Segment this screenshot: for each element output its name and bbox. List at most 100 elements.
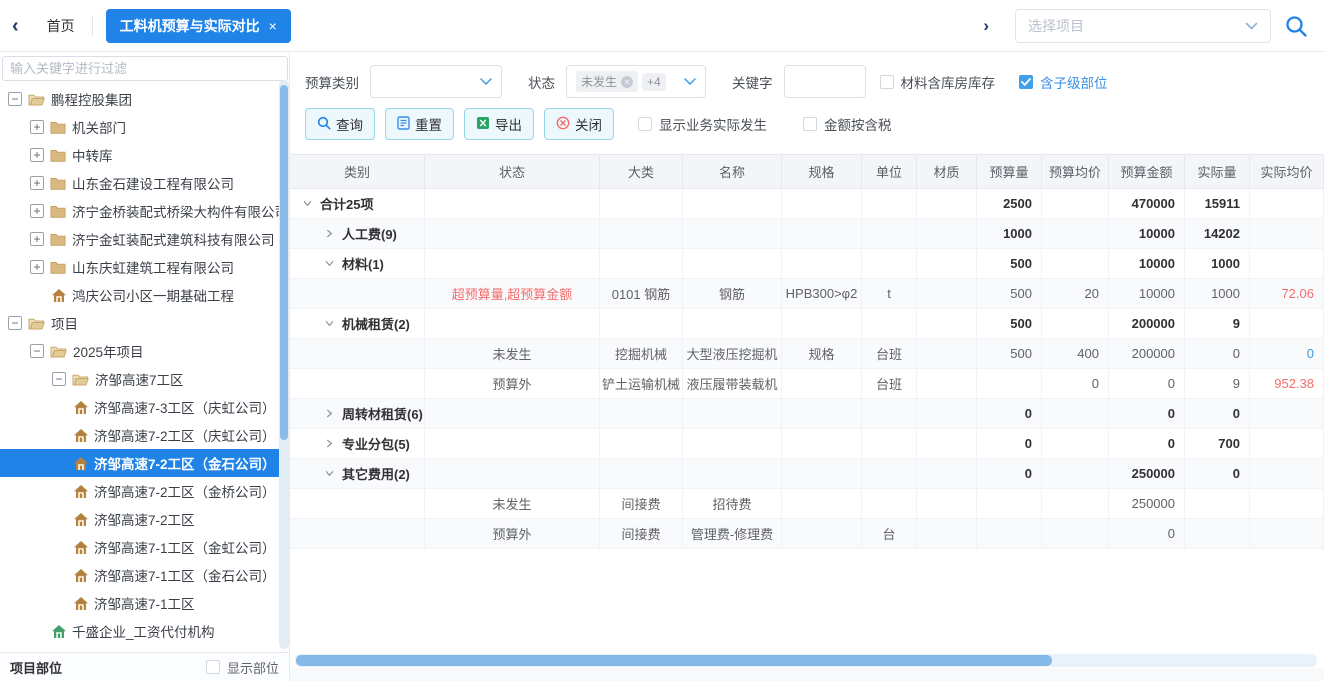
tab-home[interactable]: 首页 <box>47 16 75 36</box>
table-row[interactable]: 预算外间接费管理费-修理费台0 <box>290 519 1324 549</box>
cell-spec <box>782 519 862 548</box>
tab-close-icon[interactable]: × <box>269 19 277 33</box>
export-button[interactable]: 导出 <box>464 108 534 140</box>
document-icon <box>397 116 410 133</box>
horizontal-scrollbar-thumb[interactable] <box>296 655 1052 666</box>
horizontal-scrollbar[interactable] <box>295 654 1317 667</box>
expand-arrow-icon[interactable]: › <box>983 16 989 36</box>
tab-budget-vs-actual[interactable]: 工料机预算与实际对比 × <box>106 9 291 43</box>
table-group-row[interactable]: 其它费用(2)02500000 <box>290 459 1324 489</box>
cell-budget-amount: 0 <box>1109 369 1185 398</box>
tree-item[interactable]: 济邹高速7-2工区 <box>0 505 279 533</box>
expand-icon[interactable] <box>324 438 335 449</box>
table-group-row[interactable]: 周转材租赁(6)000 <box>290 399 1324 429</box>
keyword-input[interactable] <box>784 65 866 98</box>
tree-toggle-icon[interactable]: − <box>8 316 22 330</box>
budget-type-select[interactable] <box>370 65 502 98</box>
tree-item[interactable]: 济邹高速7-2工区（庆虹公司） <box>0 421 279 449</box>
checkbox-icon[interactable] <box>638 117 652 131</box>
tree-item[interactable]: 济邹高速7-2工区（金石公司） <box>0 449 279 477</box>
tree-item[interactable]: +济宁金桥装配式桥梁大构件有限公司 <box>0 197 279 225</box>
table-group-row[interactable]: 机械租赁(2)5002000009 <box>290 309 1324 339</box>
tree-item[interactable]: −项目 <box>0 309 279 337</box>
collapse-icon[interactable] <box>302 198 313 209</box>
cell-category: 机械租赁(2) <box>290 309 425 338</box>
tree-toggle-icon[interactable]: + <box>30 232 44 246</box>
table-row[interactable]: 未发生间接费招待费250000 <box>290 489 1324 519</box>
back-arrow-icon[interactable]: ‹ <box>12 16 19 36</box>
tree-item[interactable]: +中转库 <box>0 141 279 169</box>
tag-remove-icon[interactable]: × <box>621 76 633 88</box>
table-row[interactable]: 超预算量,超预算金额0101 钢筋钢筋HPB300>φ2t50020100001… <box>290 279 1324 309</box>
cell-actual-qty <box>1185 489 1250 518</box>
cell-name: 钢筋 <box>683 279 782 308</box>
tree-item-label: 机关部门 <box>72 117 126 137</box>
chevron-down-icon <box>1245 18 1258 34</box>
cell-budget-amount: 10000 <box>1109 279 1185 308</box>
tree-toggle-icon[interactable]: − <box>52 372 66 386</box>
table-group-row[interactable]: 人工费(9)10001000014202 <box>290 219 1324 249</box>
tax-checkbox[interactable]: 金额按含税 <box>803 114 892 134</box>
checkbox-icon[interactable] <box>803 117 817 131</box>
tree-item[interactable]: 济邹高速7-2工区（金桥公司） <box>0 477 279 505</box>
org-tree-sidebar: −鹏程控股集团+机关部门+中转库+山东金石建设工程有限公司+济宁金桥装配式桥梁大… <box>0 52 290 681</box>
tree-item-label: 鹏程控股集团 <box>51 89 132 109</box>
tree-filter-input[interactable] <box>2 56 288 81</box>
group-label: 材料(1) <box>342 254 384 273</box>
include-sub-checkbox[interactable]: 含子级部位 <box>1019 72 1108 92</box>
tree-item[interactable]: 济邹高速7-3工区（庆虹公司） <box>0 393 279 421</box>
tree-scrollbar[interactable] <box>279 80 289 649</box>
house-icon <box>74 513 88 526</box>
tree-item[interactable]: + 山东金石建设工程有限公司 <box>0 169 279 197</box>
tree-toggle-icon[interactable]: − <box>8 92 22 106</box>
tree-toggle-icon[interactable]: + <box>30 176 44 190</box>
expand-icon[interactable] <box>324 408 335 419</box>
cell-budget-price <box>1042 519 1109 548</box>
tree-item[interactable]: 济邹高速7-1工区 <box>0 589 279 617</box>
material-stock-checkbox[interactable]: 材料含库房库存 <box>880 72 996 92</box>
collapse-icon[interactable] <box>324 468 335 479</box>
tree-toggle-icon[interactable]: + <box>30 204 44 218</box>
folder-icon <box>50 205 66 218</box>
expand-icon[interactable] <box>324 228 335 239</box>
tree-item[interactable]: 济邹高速7-1工区（金虹公司） <box>0 533 279 561</box>
tree-toggle-icon[interactable]: + <box>30 148 44 162</box>
checkbox-icon[interactable] <box>206 660 220 674</box>
table-group-row[interactable]: 合计25项250047000015911 <box>290 189 1324 219</box>
table-group-row[interactable]: 专业分包(5)00700 <box>290 429 1324 459</box>
tree-item[interactable]: 千盛企业_工资代付机构 <box>0 617 279 645</box>
cell-name <box>683 249 782 278</box>
tree-toggle-icon[interactable]: + <box>30 120 44 134</box>
tree-item[interactable]: 济邹高速7-1工区（金石公司） <box>0 561 279 589</box>
show-parts-checkbox[interactable]: 显示部位 <box>206 658 279 677</box>
tree-toggle-icon[interactable]: + <box>30 260 44 274</box>
table-group-row[interactable]: 材料(1)500100001000 <box>290 249 1324 279</box>
query-button[interactable]: 查询 <box>305 108 375 140</box>
show-actual-checkbox[interactable]: 显示业务实际发生 <box>638 114 767 134</box>
tree-scrollbar-thumb[interactable] <box>280 85 288 440</box>
close-button[interactable]: 关闭 <box>544 108 614 140</box>
tree-item[interactable]: −济邹高速7工区 <box>0 365 279 393</box>
tree-item[interactable]: − 鹏程控股集团 <box>0 85 279 113</box>
tree-item[interactable]: −2025年项目 <box>0 337 279 365</box>
tree-toggle-icon[interactable]: − <box>30 344 44 358</box>
project-select-placeholder: 选择项目 <box>1028 16 1245 36</box>
collapse-icon[interactable] <box>324 258 335 269</box>
tree-item[interactable]: + 机关部门 <box>0 113 279 141</box>
tree-item[interactable]: +济宁金虹装配式建筑科技有限公司 <box>0 225 279 253</box>
checkbox-icon[interactable] <box>880 75 894 89</box>
tree-item[interactable]: 鸿庆公司小区一期基础工程 <box>0 281 279 309</box>
cell-actual-qty: 14202 <box>1185 219 1250 248</box>
project-select[interactable]: 选择项目 <box>1015 9 1271 43</box>
cell-status <box>425 249 600 278</box>
checkbox-checked-icon[interactable] <box>1019 75 1033 89</box>
reset-button[interactable]: 重置 <box>385 108 454 140</box>
collapse-icon[interactable] <box>324 318 335 329</box>
tree-item-label: 山东金石建设工程有限公司 <box>72 173 234 193</box>
tree-item[interactable]: +山东庆虹建筑工程有限公司 <box>0 253 279 281</box>
search-icon[interactable] <box>1284 14 1308 38</box>
status-multiselect[interactable]: 未发生 × +4 <box>566 65 706 98</box>
table-row[interactable]: 预算外铲土运输机械液压履带装载机台班009952.38 <box>290 369 1324 399</box>
table-row[interactable]: 未发生挖掘机械大型液压挖掘机规格台班50040020000000 <box>290 339 1324 369</box>
cell-material <box>917 279 977 308</box>
